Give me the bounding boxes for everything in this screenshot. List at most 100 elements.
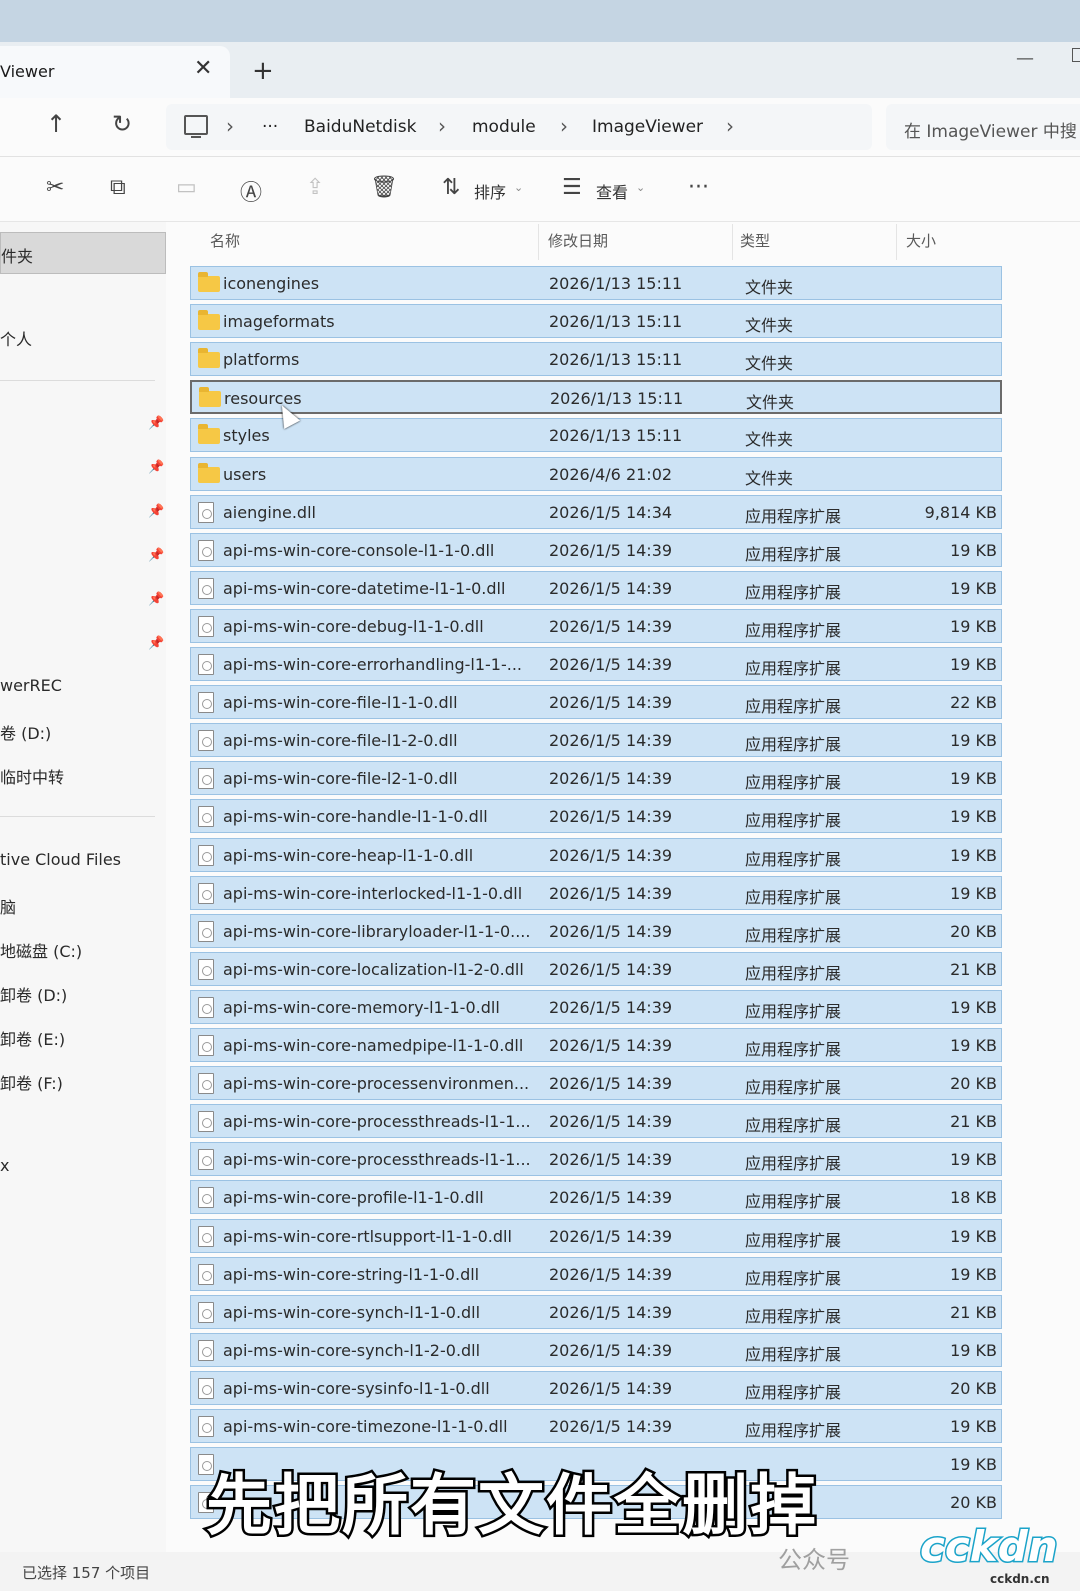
table-row[interactable]: imageformats 2026/1/13 15:11 文件夹 bbox=[190, 304, 1002, 339]
table-row[interactable]: api-ms-win-core-rtlsupport-l1-1-0.dll 202… bbox=[190, 1218, 1002, 1253]
file-list: ^ 名称 修改日期 类型 大小 iconengines 2026/1/13 15:… bbox=[166, 222, 1080, 1552]
sidebar-item-personal[interactable]: 个人 bbox=[0, 326, 32, 350]
dll-file-icon bbox=[198, 844, 214, 866]
table-row[interactable]: api-ms-win-core-synch-l1-1-0.dll 2026/1/5… bbox=[190, 1294, 1002, 1329]
table-row[interactable]: aiengine.dll 2026/1/5 14:34 应用程序扩展 9,814 KB bbox=[190, 494, 1002, 529]
column-divider[interactable] bbox=[732, 224, 733, 260]
sidebar-item-temp-transfer[interactable]: 临时中转 bbox=[0, 764, 64, 788]
sidebar-item-drive-f[interactable]: 卸卷 (F:) bbox=[0, 1070, 63, 1094]
dll-file-icon bbox=[198, 1301, 214, 1323]
table-row[interactable]: api-ms-win-core-memory-l1-1-0.dll 2026/1/… bbox=[190, 989, 1002, 1024]
minimize-button[interactable]: — bbox=[1016, 48, 1034, 69]
view-icon[interactable]: ☰ bbox=[562, 175, 582, 200]
chevron-right-icon[interactable]: › bbox=[226, 114, 234, 138]
sidebar-item-powerrec[interactable]: werREC bbox=[0, 676, 62, 695]
file-type: 应用程序扩展 bbox=[745, 1344, 842, 1364]
computer-icon[interactable] bbox=[184, 115, 208, 138]
folder-icon bbox=[198, 348, 220, 369]
dll-file-icon bbox=[198, 1263, 214, 1285]
table-row[interactable]: api-ms-win-core-libraryloader-l1-1-0....… bbox=[190, 913, 1002, 948]
table-row[interactable]: api-ms-win-core-namedpipe-l1-1-0.dll 2026… bbox=[190, 1028, 1002, 1062]
more-options-button[interactable]: ··· bbox=[688, 175, 709, 200]
chevron-right-icon[interactable]: › bbox=[726, 114, 734, 138]
breadcrumb-module[interactable]: module bbox=[472, 117, 536, 137]
table-row[interactable]: api-ms-win-core-profile-l1-1-0.dll 2026/1… bbox=[190, 1180, 1002, 1215]
file-name: api-ms-win-core-datetime-l1-1-0.dll bbox=[223, 578, 506, 598]
modified-date: 2026/1/5 14:39 bbox=[549, 578, 673, 598]
file-name: aiengine.dll bbox=[223, 502, 316, 522]
column-header-name[interactable]: 名称 bbox=[210, 230, 240, 251]
sidebar-item-drive-d[interactable]: 卸卷 (D:) bbox=[0, 982, 67, 1006]
new-tab-button[interactable]: + bbox=[252, 56, 274, 86]
table-row[interactable]: api-ms-win-core-console-l1-1-0.dll 2026/1… bbox=[190, 532, 1002, 567]
sort-icon[interactable]: ⇅ bbox=[442, 175, 460, 200]
rename-icon[interactable]: Ⓐ bbox=[240, 175, 262, 207]
sidebar-item-cloud-files[interactable]: tive Cloud Files bbox=[0, 850, 121, 869]
refresh-icon[interactable]: ↻ bbox=[112, 110, 132, 138]
table-row[interactable]: api-ms-win-core-localization-l1-2-0.dll 2… bbox=[190, 951, 1002, 986]
table-row[interactable]: api-ms-win-core-sysinfo-l1-1-0.dll 2026/1… bbox=[190, 1370, 1002, 1405]
column-divider[interactable] bbox=[896, 224, 897, 260]
cut-icon[interactable]: ✂ bbox=[46, 175, 64, 200]
column-divider[interactable] bbox=[538, 224, 539, 260]
up-arrow-icon[interactable]: ↑ bbox=[46, 110, 66, 138]
sidebar-item-label: 件夹 bbox=[1, 247, 34, 266]
sidebar-item-x[interactable]: x bbox=[0, 1156, 9, 1175]
copy-icon[interactable]: ⧉ bbox=[110, 175, 126, 200]
breadcrumb-baidunetdisk[interactable]: BaiduNetdisk bbox=[304, 117, 416, 137]
modified-date: 2026/1/5 14:39 bbox=[549, 655, 673, 674]
chevron-right-icon[interactable]: › bbox=[438, 114, 446, 138]
file-name: iconengines bbox=[223, 274, 320, 293]
file-size: 19 KB bbox=[950, 540, 997, 560]
sidebar-item-this-pc[interactable]: 脑 bbox=[0, 894, 16, 918]
table-row[interactable]: resources 2026/1/13 15:11 文件夹 bbox=[190, 380, 1002, 415]
sidebar-item-volume-d[interactable]: 卷 (D:) bbox=[0, 720, 51, 744]
column-header-size[interactable]: 大小 bbox=[906, 230, 936, 251]
breadcrumb-imageviewer[interactable]: ImageViewer bbox=[592, 117, 703, 137]
tab-imageviewer[interactable]: Viewer ✕ bbox=[0, 46, 230, 98]
sort-button[interactable]: 排序 bbox=[474, 179, 506, 203]
table-row[interactable]: api-ms-win-core-debug-l1-1-0.dll 2026/1/5… bbox=[190, 608, 1002, 643]
table-row[interactable]: api-ms-win-core-heap-l1-1-0.dll 2026/1/5 … bbox=[190, 837, 1002, 872]
table-row[interactable]: api-ms-win-core-errorhandling-l1-1-... 20… bbox=[190, 647, 1002, 681]
table-row[interactable]: iconengines 2026/1/13 15:11 文件夹 bbox=[190, 266, 1002, 300]
table-row[interactable]: users 2026/4/6 21:02 文件夹 bbox=[190, 456, 1002, 491]
maximize-button[interactable] bbox=[1072, 48, 1080, 62]
sidebar-item-drive-c[interactable]: 地磁盘 (C:) bbox=[0, 938, 82, 962]
view-button[interactable]: 查看 bbox=[596, 179, 628, 203]
table-row[interactable]: api-ms-win-core-string-l1-1-0.dll 2026/1/… bbox=[190, 1256, 1002, 1291]
search-input[interactable]: 在 ImageViewer 中搜 bbox=[886, 104, 1080, 150]
breadcrumb-more[interactable]: ··· bbox=[262, 117, 278, 137]
column-header-type[interactable]: 类型 bbox=[740, 230, 770, 251]
table-row[interactable]: api-ms-win-core-synch-l1-2-0.dll 2026/1/5… bbox=[190, 1332, 1002, 1367]
folder-icon bbox=[198, 462, 220, 483]
table-row[interactable]: api-ms-win-core-interlocked-l1-1-0.dll 20… bbox=[190, 875, 1002, 910]
chevron-down-icon[interactable]: ⌄ bbox=[514, 181, 523, 194]
chevron-right-icon[interactable]: › bbox=[560, 114, 568, 138]
table-row[interactable]: api-ms-win-core-processenvironmen... 2026… bbox=[190, 1066, 1002, 1101]
table-row[interactable]: api-ms-win-core-handle-l1-1-0.dll 2026/1/… bbox=[190, 799, 1002, 834]
dll-file-icon bbox=[198, 1149, 214, 1171]
sidebar-item-drive-e[interactable]: 卸卷 (E:) bbox=[0, 1026, 65, 1050]
table-row[interactable]: api-ms-win-core-timezone-l1-1-0.dll 2026/… bbox=[190, 1409, 1002, 1443]
sidebar-item-selected[interactable]: 件夹 bbox=[0, 232, 166, 274]
close-tab-icon[interactable]: ✕ bbox=[194, 56, 212, 81]
table-row[interactable]: styles 2026/1/13 15:11 文件夹 bbox=[190, 418, 1002, 453]
file-name: api-ms-win-core-localization-l1-2-0.dll bbox=[223, 959, 524, 979]
file-name: api-ms-win-core-processenvironmen... bbox=[223, 1074, 530, 1094]
delete-icon[interactable]: 🗑 bbox=[370, 175, 398, 200]
paste-icon[interactable]: ▭ bbox=[176, 175, 197, 200]
address-bar[interactable]: › ··· BaiduNetdisk › module › ImageViewe… bbox=[166, 104, 872, 150]
table-row[interactable]: api-ms-win-core-file-l2-1-0.dll 2026/1/5 … bbox=[190, 761, 1002, 796]
table-row[interactable]: api-ms-win-core-file-l1-1-0.dll 2026/1/5 … bbox=[190, 685, 1002, 720]
table-row[interactable]: api-ms-win-core-processthreads-l1-1... 20… bbox=[190, 1104, 1002, 1139]
table-row[interactable]: platforms 2026/1/13 15:11 文件夹 bbox=[190, 342, 1002, 377]
table-row[interactable]: api-ms-win-core-file-l1-2-0.dll 2026/1/5 … bbox=[190, 723, 1002, 758]
table-row[interactable]: api-ms-win-core-datetime-l1-1-0.dll 2026/… bbox=[190, 570, 1002, 605]
file-type: 文件夹 bbox=[745, 468, 794, 488]
table-row[interactable]: api-ms-win-core-processthreads-l1-1... 20… bbox=[190, 1142, 1002, 1177]
file-size: 19 KB bbox=[950, 1264, 997, 1284]
chevron-down-icon[interactable]: ⌄ bbox=[636, 181, 645, 194]
column-header-date[interactable]: 修改日期 bbox=[548, 230, 608, 251]
share-icon[interactable]: ⇪ bbox=[306, 175, 324, 200]
